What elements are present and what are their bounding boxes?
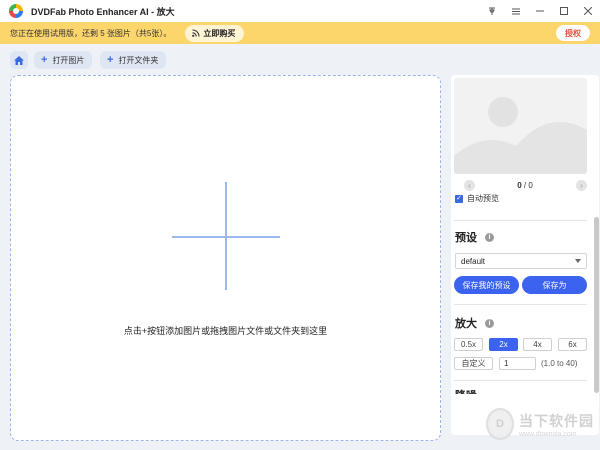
title-bar: DVDFab Photo Enhancer AI - 放大 xyxy=(0,0,600,22)
open-folder-label: 打开文件夹 xyxy=(118,55,159,65)
open-folder-button[interactable]: + 打开文件夹 xyxy=(100,51,167,69)
scale-range-hint: (1.0 to 40) xyxy=(541,359,578,368)
maximize-icon[interactable] xyxy=(552,0,576,22)
info-icon[interactable]: i xyxy=(485,318,494,328)
settings-panel: ‹ 0 / 0 › ✓ 自动预览 预设 i default 保存我的预设 保存为… xyxy=(451,75,599,435)
minimize-icon[interactable] xyxy=(528,0,552,22)
authorize-button[interactable]: 授权 xyxy=(556,25,590,41)
scale-option-2x[interactable]: 2x xyxy=(489,338,518,351)
rss-icon xyxy=(192,29,200,37)
panel-scrollbar-thumb[interactable] xyxy=(594,217,599,393)
trial-message: 您正在使用试用版，还剩 5 张图片（共5张）。 xyxy=(10,28,172,38)
counter-total: 0 xyxy=(528,181,533,190)
preset-title: 预设 xyxy=(455,232,477,244)
add-cross-icon-vertical[interactable] xyxy=(225,182,227,290)
auto-preview-label: 自动预览 xyxy=(467,194,499,203)
preset-selected-value: default xyxy=(461,256,486,266)
custom-scale-input[interactable]: 1 xyxy=(499,357,536,370)
buy-now-button[interactable]: 立即购买 xyxy=(185,24,245,42)
chevron-down-icon xyxy=(575,259,581,263)
watermark-url: www.downxia.com xyxy=(519,430,577,438)
site-watermark: D 当下软件园 www.downxia.com xyxy=(486,403,596,445)
scale-title: 放大 xyxy=(455,318,477,330)
next-image-button[interactable]: › xyxy=(576,180,587,191)
auto-preview-toggle[interactable]: ✓ 自动预览 xyxy=(455,193,499,204)
preview-thumbnail xyxy=(454,78,587,174)
plus-icon: + xyxy=(41,53,48,66)
app-title: DVDFab Photo Enhancer AI - 放大 xyxy=(31,6,175,17)
drop-hint: 点击+按钮添加图片或拖拽图片文件或文件夹到这里 xyxy=(123,326,328,336)
preset-dropdown[interactable]: default xyxy=(455,253,587,269)
app-logo-icon xyxy=(9,4,23,18)
divider xyxy=(454,380,587,381)
denoise-section-title: 降噪 xyxy=(455,387,477,394)
preset-section-title: 预设 i xyxy=(455,229,494,245)
home-button[interactable] xyxy=(10,51,28,69)
open-image-button[interactable]: + 打开图片 xyxy=(34,51,93,69)
buy-now-label: 立即购买 xyxy=(203,28,236,38)
trial-banner: 您正在使用试用版，还剩 5 张图片（共5张）。 立即购买 授权 xyxy=(0,22,600,44)
watermark-name: 当下软件园 xyxy=(519,412,594,429)
save-as-button[interactable]: 保存为 xyxy=(522,276,587,294)
watermark-logo-icon: D xyxy=(486,408,514,440)
mountain-placeholder-icon xyxy=(454,121,587,174)
open-image-label: 打开图片 xyxy=(52,55,85,65)
home-icon xyxy=(14,55,24,65)
menu-icon[interactable] xyxy=(504,0,528,22)
divider xyxy=(454,304,587,305)
scale-section-title: 放大 i xyxy=(455,315,494,331)
plus-icon: + xyxy=(107,53,114,66)
scale-option-0-5x[interactable]: 0.5x xyxy=(454,338,483,351)
save-my-preset-button[interactable]: 保存我的预设 xyxy=(454,276,519,294)
info-icon[interactable]: i xyxy=(485,232,494,242)
drop-zone[interactable]: 点击+按钮添加图片或拖拽图片文件或文件夹到这里 xyxy=(10,75,441,441)
auto-preview-checkbox[interactable]: ✓ xyxy=(455,194,463,203)
scale-option-4x[interactable]: 4x xyxy=(523,338,552,351)
pin-icon[interactable] xyxy=(480,0,504,22)
window-controls xyxy=(480,0,600,22)
scale-option-6x[interactable]: 6x xyxy=(558,338,587,351)
divider xyxy=(454,220,587,221)
custom-scale-button[interactable]: 自定义 xyxy=(454,357,493,370)
close-icon[interactable] xyxy=(576,0,600,22)
